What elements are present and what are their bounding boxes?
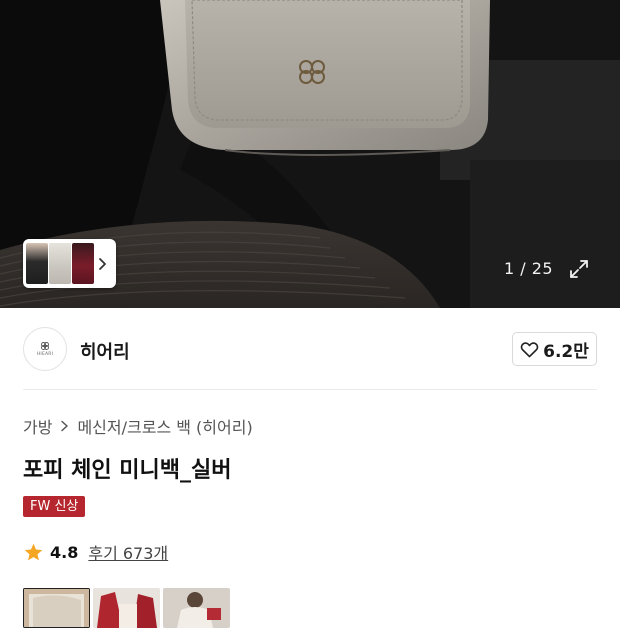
- thumbnail-image: [23, 588, 90, 628]
- breadcrumb: 가방 메신저/크로스 백 (히어리): [23, 414, 253, 438]
- heart-icon: [520, 341, 539, 357]
- color-variant-thumbnails[interactable]: [23, 239, 116, 288]
- breadcrumb-item-category[interactable]: 가방: [23, 414, 52, 438]
- chevron-right-icon[interactable]: [95, 257, 109, 271]
- brand-logo-icon: [41, 342, 49, 350]
- image-counter: 1 / 25: [504, 259, 554, 278]
- breadcrumb-item-subcategory[interactable]: 메신저/크로스 백 (히어리): [77, 414, 252, 438]
- detail-thumbnail-2[interactable]: [93, 588, 160, 628]
- thumbnail-image: [93, 588, 160, 628]
- chevron-right-icon: [61, 420, 69, 432]
- new-arrival-badge: FW 신상: [23, 496, 86, 517]
- detail-thumbnail-1[interactable]: [23, 588, 90, 628]
- brand-logo-text: HIEARI: [36, 352, 54, 357]
- product-title: 포피 체인 미니백_실버: [23, 458, 232, 483]
- detail-thumbnail-3[interactable]: [163, 588, 230, 628]
- star-icon: [24, 543, 43, 560]
- product-main-image[interactable]: 1 / 25: [0, 0, 620, 308]
- variant-thumb-1[interactable]: [26, 243, 48, 284]
- like-count: 6.2만: [543, 341, 589, 362]
- like-button[interactable]: 6.2만: [512, 332, 597, 366]
- review-count-link[interactable]: 후기 673개: [88, 540, 168, 564]
- divider: [23, 389, 597, 390]
- variant-thumb-3[interactable]: [72, 243, 94, 284]
- brand-logo[interactable]: HIEARI: [23, 327, 67, 371]
- brand-name[interactable]: 히어리: [80, 338, 130, 364]
- variant-thumb-2[interactable]: [49, 243, 71, 284]
- expand-icon[interactable]: [568, 258, 590, 280]
- rating-value: 4.8: [50, 542, 79, 562]
- rating-row: 4.8 후기 673개: [23, 540, 168, 564]
- thumbnail-image: [163, 588, 230, 628]
